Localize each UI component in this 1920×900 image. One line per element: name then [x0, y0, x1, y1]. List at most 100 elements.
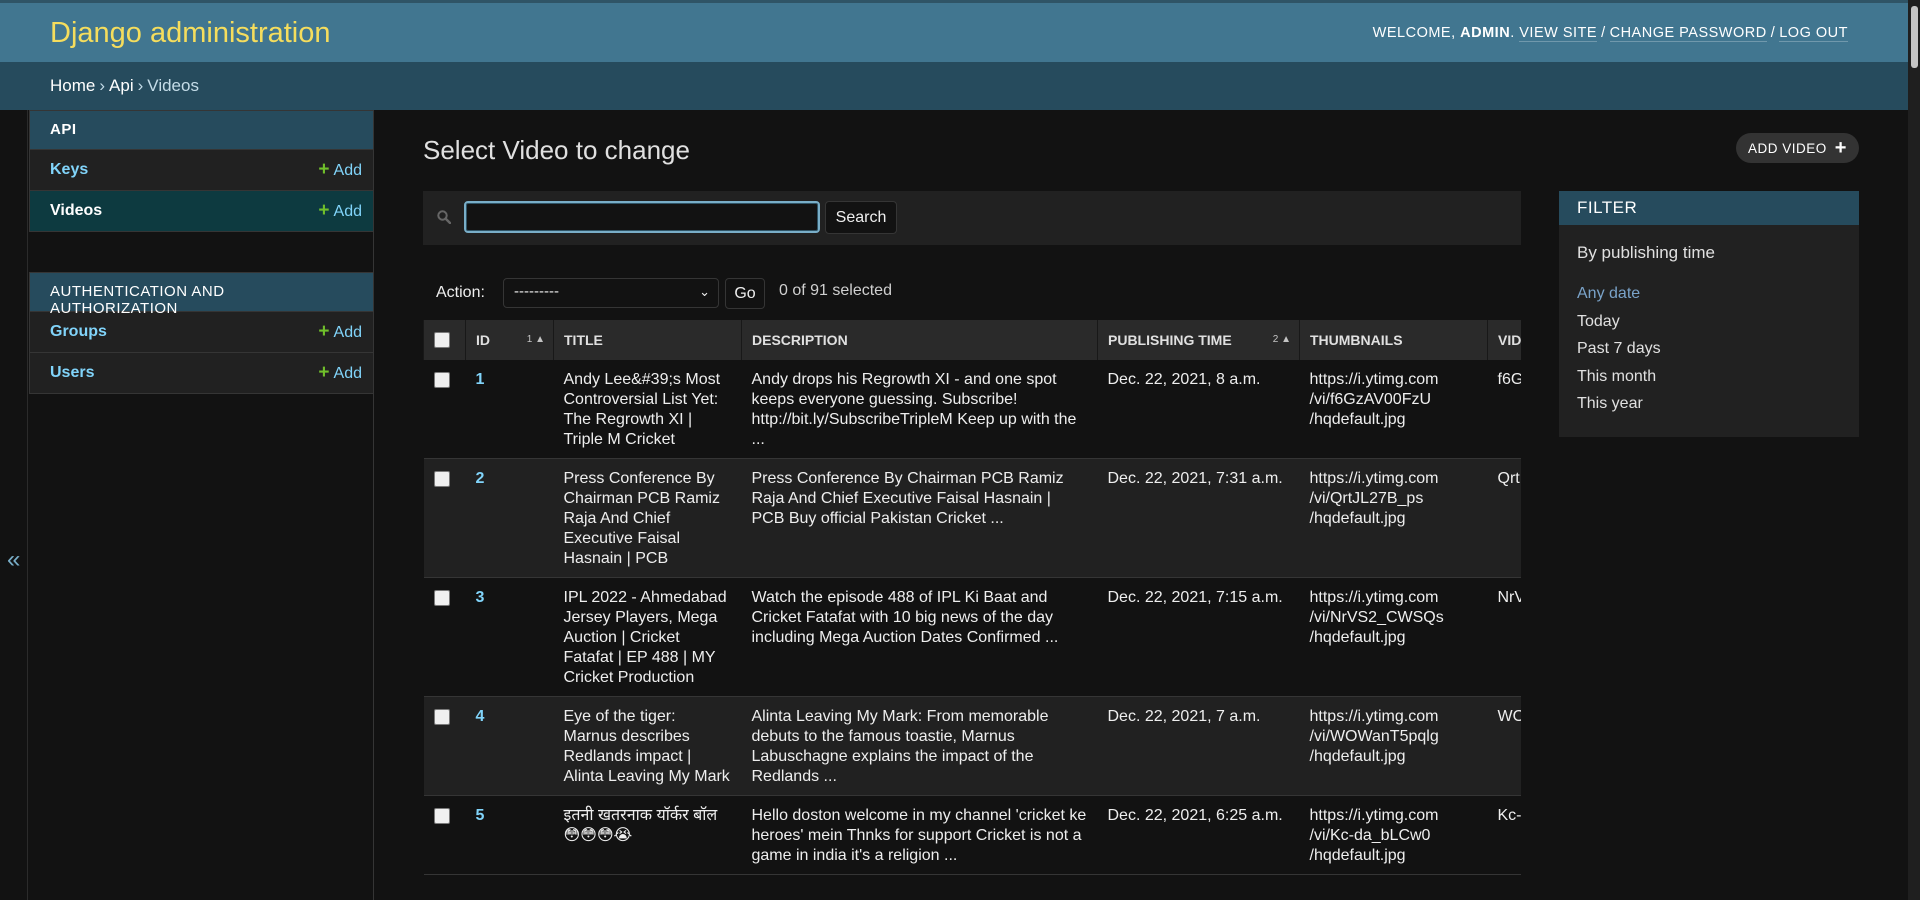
row-description: Watch the episode 488 of IPL Ki Baat and…	[741, 577, 1098, 697]
action-select-value: ---------	[514, 283, 559, 300]
row-id-link[interactable]: 5	[465, 795, 554, 875]
row-checkbox[interactable]	[433, 590, 450, 606]
sidebar-item-users-link[interactable]: Users	[50, 364, 94, 382]
row-description: Alinta Leaving My Mark: From memorable d…	[741, 696, 1098, 796]
filter-options: Any date Today Past 7 days This month Th…	[1577, 280, 1661, 418]
row-id-link[interactable]: 2	[465, 458, 554, 578]
sidebar-item-users: Users + Add	[30, 352, 373, 393]
welcome-text: Welcome,	[1372, 25, 1456, 41]
add-video-button[interactable]: Add Video +	[1736, 133, 1859, 163]
search-button[interactable]: Search	[825, 201, 897, 234]
column-header-thumbnails[interactable]: Thumbnails	[1299, 320, 1488, 360]
add-label: Add	[333, 162, 362, 179]
sidebar-item-keys-link[interactable]: Keys	[50, 161, 88, 179]
action-label: Action:	[436, 284, 485, 301]
table-row: 5 इतनी खतरनाक यॉर्कर बॉल 😳😳😳😭 Hello dost…	[423, 795, 1521, 875]
toggle-sidebar-button[interactable]: «	[0, 110, 28, 900]
change-password-link[interactable]: Change password	[1609, 25, 1767, 42]
column-header-video-id[interactable]: Vid	[1487, 320, 1521, 360]
row-id-link[interactable]: 3	[465, 577, 554, 697]
filter-option-this-year[interactable]: This year	[1577, 390, 1661, 418]
site-name[interactable]: Django administration	[50, 17, 330, 50]
nav-sidebar: API Keys + Add Videos + Add Authentication…	[29, 110, 374, 900]
sidebar-item-videos: Videos + Add	[30, 190, 373, 231]
page-title: Select Video to change	[423, 135, 690, 165]
sidebar-item-groups-link[interactable]: Groups	[50, 323, 107, 341]
filter-option-today[interactable]: Today	[1577, 308, 1661, 336]
row-id-link[interactable]: 1	[465, 360, 554, 459]
table-row: 4 Eye of the tiger: Marnus describes Red…	[423, 696, 1521, 796]
row-publishing-time: Dec. 22, 2021, 8 a.m.	[1097, 360, 1300, 459]
result-list: ID 1 ▲ Title Description Publishing time 2…	[423, 320, 1521, 900]
column-header-description[interactable]: Description	[741, 320, 1098, 360]
row-checkbox[interactable]	[433, 808, 450, 824]
scrollbar-thumb[interactable]	[1911, 6, 1918, 68]
row-description: Press Conference By Chairman PCB Ramiz R…	[741, 458, 1098, 578]
row-title: Press Conference By Chairman PCB Ramiz R…	[553, 458, 742, 578]
column-label: Description	[752, 332, 848, 348]
search-toolbar: Search	[423, 191, 1521, 245]
filter-option-past-7-days[interactable]: Past 7 days	[1577, 335, 1661, 363]
column-header-publishing-time[interactable]: Publishing time 2 ▲	[1097, 320, 1300, 360]
filter-option-any-date[interactable]: Any date	[1577, 280, 1661, 308]
column-label: Publishing time	[1108, 332, 1232, 348]
row-thumbnails: https://i.ytimg.com /vi/Kc-da_bLCw0 /hqd…	[1299, 795, 1488, 875]
table-row: 3 IPL 2022 - Ahmedabad Jersey Players, M…	[423, 577, 1521, 697]
row-id-link[interactable]: 4	[465, 696, 554, 796]
module-caption-auth[interactable]: Authentication and Authorization	[30, 273, 373, 317]
row-title: इतनी खतरनाक यॉर्कर बॉल 😳😳😳😭	[553, 795, 742, 875]
row-description: Hello doston welcome in my channel 'cric…	[741, 795, 1098, 875]
header: Django administration Welcome, admin. Vi…	[0, 0, 1908, 62]
row-video-id: Qrt	[1487, 458, 1521, 578]
page-scrollbar[interactable]	[1908, 0, 1920, 900]
row-select-cell	[423, 795, 466, 875]
row-title: Eye of the tiger: Marnus describes Redla…	[553, 696, 742, 796]
module-caption-api[interactable]: API	[30, 111, 373, 149]
row-title: IPL 2022 - Ahmedabad Jersey Players, Meg…	[553, 577, 742, 697]
add-groups-link[interactable]: + Add	[318, 321, 362, 343]
filter-option-this-month[interactable]: This month	[1577, 363, 1661, 391]
breadcrumb-separator: ›	[137, 76, 144, 95]
log-out-link[interactable]: Log out	[1779, 25, 1848, 42]
select-all-checkbox[interactable]	[434, 331, 450, 348]
row-video-id: f6G	[1487, 360, 1521, 459]
add-videos-link[interactable]: + Add	[318, 200, 362, 222]
row-title: Andy Lee&#39;s Most Controversial List Y…	[553, 360, 742, 459]
search-input[interactable]	[464, 201, 820, 233]
row-select-cell	[423, 696, 466, 796]
plus-icon: +	[318, 159, 330, 180]
breadcrumb-current: Videos	[147, 76, 199, 95]
sort-priority: 1	[526, 334, 533, 345]
results-table: ID 1 ▲ Title Description Publishing time 2…	[423, 320, 1521, 875]
filter-heading: By publishing time	[1577, 243, 1715, 262]
column-header-title[interactable]: Title	[553, 320, 742, 360]
sort-indicator[interactable]: 1 ▲	[527, 334, 545, 345]
select-all-cell	[423, 320, 466, 360]
sort-indicator[interactable]: 2 ▲	[1273, 334, 1291, 345]
row-checkbox[interactable]	[433, 709, 450, 725]
row-publishing-time: Dec. 22, 2021, 7 a.m.	[1097, 696, 1300, 796]
go-button[interactable]: Go	[725, 278, 765, 309]
row-checkbox[interactable]	[433, 471, 450, 487]
action-select[interactable]: --------- ⌄	[503, 278, 719, 308]
add-keys-link[interactable]: + Add	[318, 159, 362, 181]
breadcrumb-separator: ›	[99, 76, 106, 95]
plus-icon: +	[318, 321, 330, 342]
breadcrumb-app[interactable]: Api	[109, 76, 134, 95]
breadcrumb-home[interactable]: Home	[50, 76, 95, 95]
column-label: Thumbnails	[1310, 332, 1403, 348]
chevron-down-icon: ⌄	[699, 284, 710, 299]
action-counter: 0 of 91 selected	[779, 282, 892, 299]
sort-priority: 2	[1272, 334, 1279, 345]
add-video-label: Add Video	[1748, 140, 1827, 156]
column-header-id[interactable]: ID 1 ▲	[465, 320, 554, 360]
sidebar-item-videos-link[interactable]: Videos	[50, 202, 102, 220]
add-users-link[interactable]: + Add	[318, 362, 362, 384]
add-label: Add	[333, 203, 362, 220]
breadcrumb: Home › Api › Videos	[0, 62, 1908, 110]
row-description: Andy drops his Regrowth XI - and one spo…	[741, 360, 1098, 459]
view-site-link[interactable]: View site	[1519, 25, 1598, 42]
row-select-cell	[423, 458, 466, 578]
sidebar-item-groups: Groups + Add	[30, 311, 373, 352]
row-checkbox[interactable]	[433, 372, 450, 388]
